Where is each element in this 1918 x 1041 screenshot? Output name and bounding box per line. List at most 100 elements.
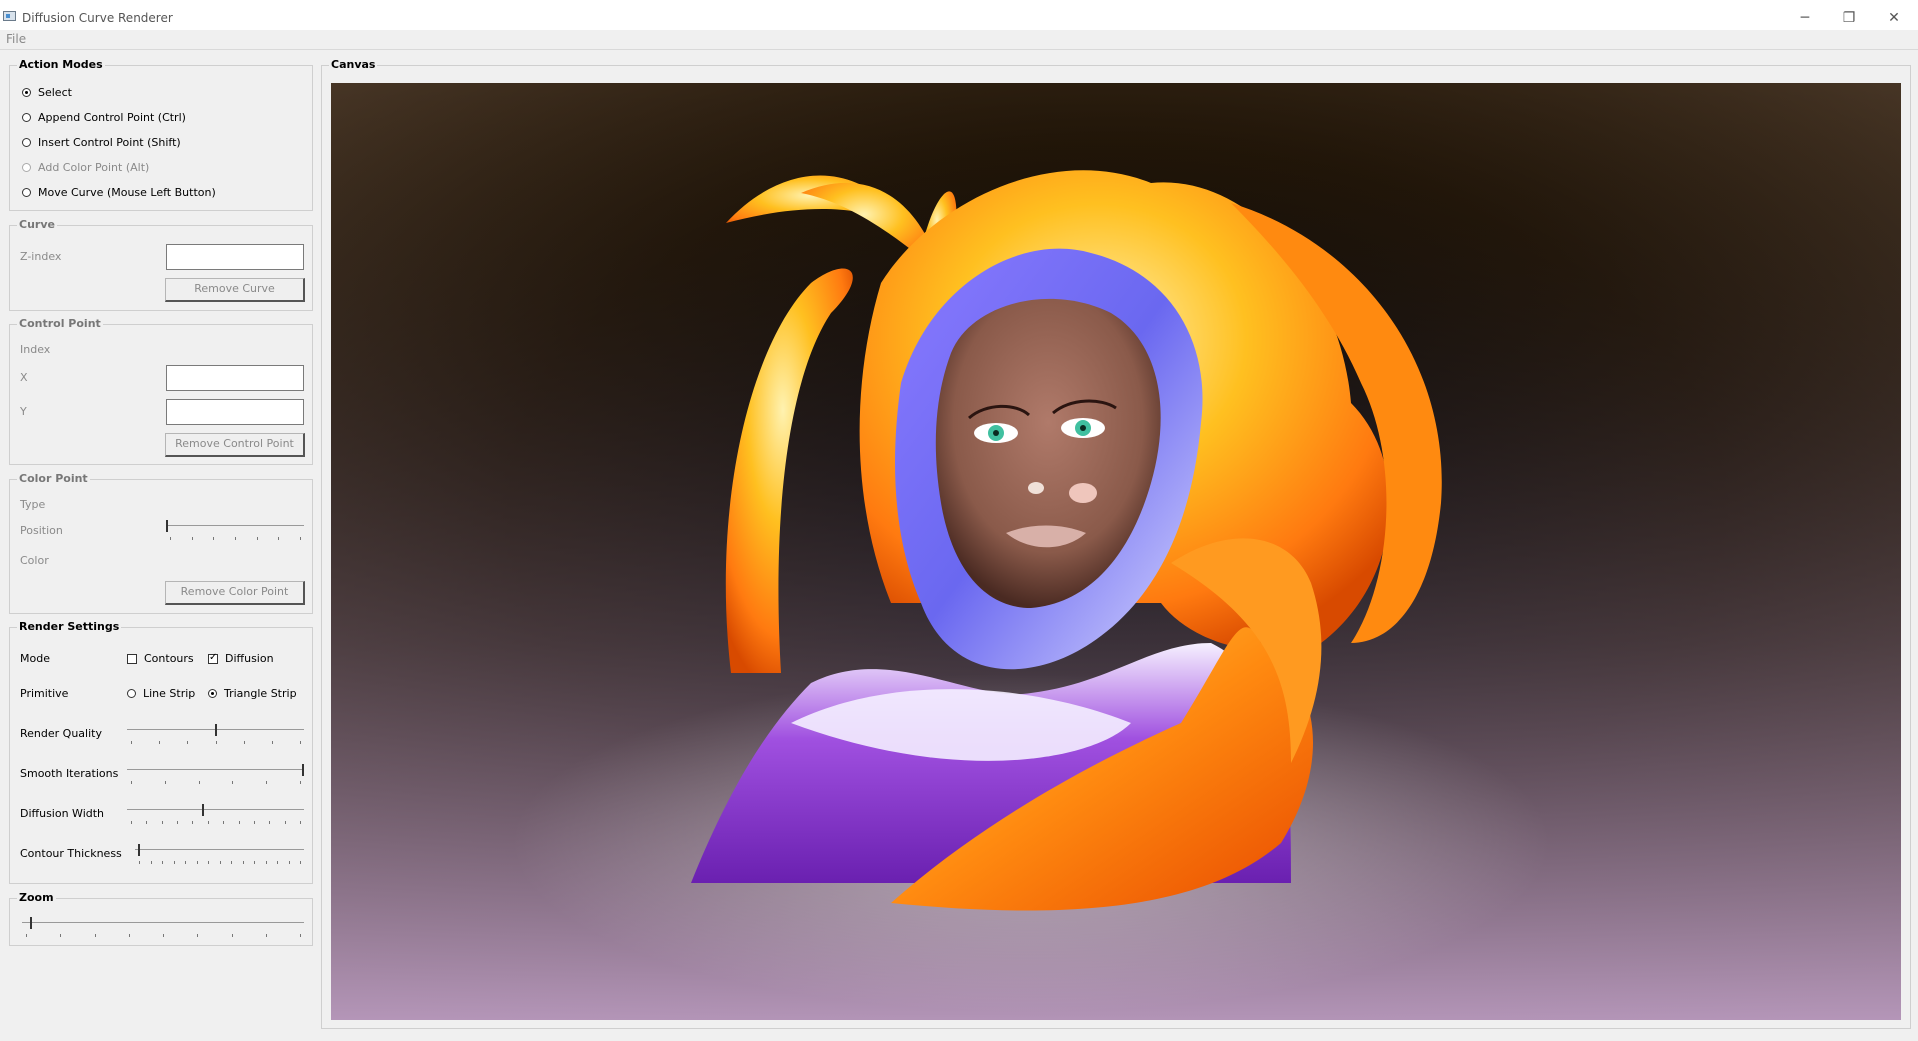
slider-tick xyxy=(170,537,171,540)
slider-tick xyxy=(220,861,221,864)
slider-tick xyxy=(208,861,209,864)
smooth-iterations-slider[interactable] xyxy=(127,764,304,786)
control-point-title: Control Point xyxy=(17,317,103,330)
slider-tick xyxy=(300,934,301,937)
zindex-label: Z-index xyxy=(20,250,62,263)
remove-curve-button[interactable]: Remove Curve xyxy=(165,278,305,302)
slider-handle[interactable] xyxy=(202,804,204,816)
zindex-input[interactable] xyxy=(166,244,304,270)
triangle-strip-option[interactable]: Triangle Strip xyxy=(208,687,297,700)
diffusion-width-slider[interactable] xyxy=(127,804,304,826)
mode-move-curve[interactable]: Move Curve (Mouse Left Button) xyxy=(22,184,216,200)
slider-tick xyxy=(266,934,267,937)
slider-tick xyxy=(165,781,166,784)
slider-handle[interactable] xyxy=(30,917,32,929)
slider-tick xyxy=(300,861,301,864)
slider-tick xyxy=(243,861,244,864)
triangle-strip-radio[interactable] xyxy=(208,689,217,698)
x-label: X xyxy=(20,371,28,384)
diffusion-label: Diffusion xyxy=(225,652,274,665)
index-label: Index xyxy=(20,343,51,356)
contours-toggle[interactable]: Contours xyxy=(127,652,194,665)
slider-tick xyxy=(197,861,198,864)
line-strip-option[interactable]: Line Strip xyxy=(127,687,195,700)
menu-bar: File xyxy=(0,30,1918,50)
mode-select-label: Select xyxy=(38,85,72,99)
mode-select[interactable]: Select xyxy=(22,84,72,100)
mode-insert-label: Insert Control Point (Shift) xyxy=(38,135,181,149)
slider-tick xyxy=(151,861,152,864)
zoom-title: Zoom xyxy=(17,891,56,904)
diffusion-width-label: Diffusion Width xyxy=(20,807,105,820)
mode-insert-control-point[interactable]: Insert Control Point (Shift) xyxy=(22,134,181,150)
slider-tick xyxy=(131,741,132,744)
slider-tick xyxy=(285,821,286,824)
slider-handle[interactable] xyxy=(302,764,304,776)
slider-tick xyxy=(159,741,160,744)
position-label: Position xyxy=(20,524,63,537)
slider-tick xyxy=(266,861,267,864)
mode-append-control-point[interactable]: Append Control Point (Ctrl) xyxy=(22,109,186,125)
slider-tick xyxy=(129,934,130,937)
slider-tick xyxy=(300,781,301,784)
slider-groove xyxy=(22,922,304,923)
slider-groove xyxy=(127,769,304,770)
diffusion-checkbox[interactable] xyxy=(208,652,218,664)
curve-title: Curve xyxy=(17,218,57,231)
slider-tick xyxy=(26,934,27,937)
minimize-button[interactable]: ─ xyxy=(1790,8,1820,28)
contours-checkbox[interactable] xyxy=(127,653,137,664)
close-button[interactable]: ✕ xyxy=(1879,8,1909,28)
color-point-title: Color Point xyxy=(17,472,90,485)
mode-add-color-radio xyxy=(22,162,31,172)
slider-tick xyxy=(199,781,200,784)
mode-label: Mode xyxy=(20,652,50,665)
mode-insert-radio[interactable] xyxy=(22,137,31,147)
render-quality-slider[interactable] xyxy=(127,724,304,746)
slider-tick xyxy=(146,821,147,824)
slider-tick xyxy=(272,741,273,744)
slider-tick xyxy=(131,781,132,784)
slider-tick xyxy=(213,537,214,540)
title-bar: Diffusion Curve Renderer ─ ❐ ✕ xyxy=(0,0,1918,30)
diffusion-toggle[interactable]: Diffusion xyxy=(208,652,274,665)
slider-tick xyxy=(131,821,132,824)
zoom-slider[interactable] xyxy=(22,917,304,939)
slider-tick xyxy=(95,934,96,937)
slider-tick xyxy=(232,781,233,784)
line-strip-radio[interactable] xyxy=(127,689,136,698)
color-point-group: Color Point Type Position Color Remove C… xyxy=(9,472,313,614)
remove-color-point-button[interactable]: Remove Color Point xyxy=(165,581,305,605)
slider-tick xyxy=(192,821,193,824)
maximize-button[interactable]: ❐ xyxy=(1834,8,1864,28)
canvas-title: Canvas xyxy=(329,58,378,71)
remove-control-point-button[interactable]: Remove Control Point xyxy=(165,433,305,457)
mode-add-color-label: Add Color Point (Alt) xyxy=(38,160,150,174)
mode-append-radio[interactable] xyxy=(22,112,31,122)
slider-handle[interactable] xyxy=(166,520,168,532)
slider-tick xyxy=(60,934,61,937)
slider-tick xyxy=(216,741,217,744)
menu-file[interactable]: File xyxy=(6,32,26,46)
mode-select-radio[interactable] xyxy=(22,87,31,97)
type-label: Type xyxy=(20,498,46,511)
contour-thickness-slider[interactable] xyxy=(135,844,304,866)
slider-tick xyxy=(277,861,278,864)
y-label: Y xyxy=(20,405,27,418)
position-slider[interactable] xyxy=(166,520,304,542)
triangle-strip-label: Triangle Strip xyxy=(224,687,297,700)
slider-groove xyxy=(135,849,304,850)
x-input[interactable] xyxy=(166,365,304,391)
render-settings-title: Render Settings xyxy=(17,620,122,633)
slider-tick xyxy=(254,861,255,864)
primitive-label: Primitive xyxy=(20,687,69,700)
slider-groove xyxy=(166,525,304,526)
slider-handle[interactable] xyxy=(215,724,217,736)
slider-handle[interactable] xyxy=(138,844,140,856)
mode-move-radio[interactable] xyxy=(22,187,31,197)
render-canvas[interactable] xyxy=(331,83,1901,1020)
y-input[interactable] xyxy=(166,399,304,425)
slider-tick xyxy=(208,821,209,824)
slider-tick xyxy=(244,741,245,744)
control-point-group: Control Point Index X Y Remove Control P… xyxy=(9,317,313,465)
